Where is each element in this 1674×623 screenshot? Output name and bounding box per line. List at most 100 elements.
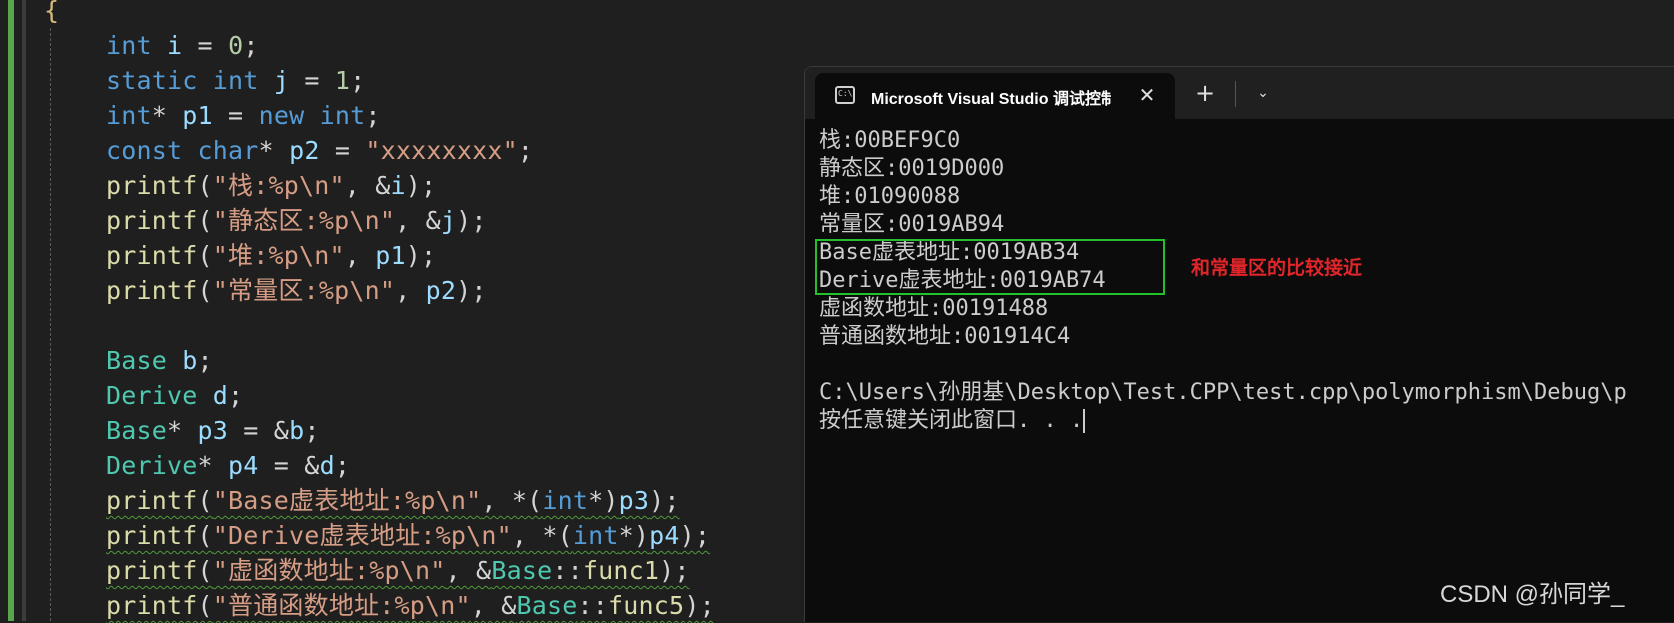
code-token: int: [572, 521, 619, 550]
close-icon[interactable]: ✕: [1135, 83, 1159, 107]
code-line[interactable]: static int j = 1;: [106, 63, 715, 98]
code-line[interactable]: const char* p2 = "xxxxxxxx";: [106, 133, 715, 168]
code-token: printf: [106, 206, 198, 235]
indent-guide: [50, 28, 51, 621]
code-token: printf: [106, 171, 198, 200]
code-token: );: [649, 486, 680, 515]
code-line[interactable]: Base* p3 = &b;: [106, 413, 715, 448]
code-token: );: [456, 276, 487, 305]
console-titlebar: C:\ Microsoft Visual Studio 调试控制台 ✕ + ⌄: [805, 67, 1674, 119]
code-token: =: [182, 31, 229, 60]
code-token: ;: [350, 66, 366, 95]
code-token: printf: [106, 241, 198, 270]
code-token: "虚函数地址:%p\n": [212, 556, 446, 585]
console-output-line: 普通函数地址:001914C4: [819, 324, 1071, 349]
code-token: int: [106, 31, 152, 60]
console-output-line: C:\Users\孙朋基\Desktop\Test.CPP\test.cpp\p…: [819, 380, 1627, 405]
code-token: p4: [649, 521, 680, 550]
code-token: i: [390, 171, 406, 200]
code-line[interactable]: int* p1 = new int;: [106, 98, 715, 133]
code-token: ;: [517, 136, 534, 165]
code-token: (: [197, 486, 213, 515]
code-token: Derive: [106, 381, 198, 410]
code-token: d: [212, 381, 229, 410]
code-token: 0: [228, 31, 244, 60]
annotation-note: 和常量区的比较接近: [1191, 258, 1363, 279]
code-line[interactable]: Base b;: [106, 343, 715, 378]
console-output-line: 按任意键关闭此窗口. . .: [819, 408, 1086, 433]
console-tab[interactable]: C:\ Microsoft Visual Studio 调试控制台 ✕: [815, 73, 1175, 119]
code-line[interactable]: printf("普通函数地址:%p\n", &Base::func5);: [106, 588, 715, 623]
terminal-icon: C:\: [835, 86, 855, 104]
new-tab-button[interactable]: +: [1193, 81, 1217, 105]
code-token: );: [659, 556, 690, 585]
chevron-down-icon[interactable]: ⌄: [1251, 81, 1275, 105]
code-token: =: [319, 136, 366, 165]
code-token: = &: [228, 416, 290, 445]
code-line[interactable]: printf("Base虚表地址:%p\n", *(int*)p3);: [106, 483, 715, 518]
code-token: p2: [425, 276, 457, 305]
code-token: "常量区:%p\n": [212, 276, 396, 305]
code-token: printf: [106, 591, 198, 620]
code-token: "xxxxxxxx": [365, 136, 518, 165]
code-token: int: [106, 101, 152, 130]
code-token: p4: [228, 451, 259, 480]
code-line[interactable]: printf("常量区:%p\n", p2);: [106, 273, 715, 308]
code-token: p3: [618, 486, 650, 515]
code-token: Base: [516, 591, 578, 620]
code-token: =: [289, 66, 335, 95]
code-token: ,: [344, 241, 376, 270]
code-token: "静态区:%p\n": [212, 206, 396, 235]
code-line[interactable]: printf("Derive虚表地址:%p\n", *(int*)p4);: [106, 518, 715, 553]
console-window[interactable]: C:\ Microsoft Visual Studio 调试控制台 ✕ + ⌄ …: [804, 66, 1674, 622]
code-token: , *(: [481, 486, 543, 515]
code-line[interactable]: printf("栈:%p\n", &i);: [106, 168, 715, 203]
code-token: ;: [243, 31, 259, 60]
outline-bar: [22, 0, 26, 621]
code-token: static: [106, 66, 198, 95]
code-lines[interactable]: int i = 0; static int j = 1; int* p1 = new…: [106, 28, 715, 623]
code-token: =: [212, 101, 259, 130]
code-token: , &: [395, 206, 441, 235]
code-line[interactable]: Derive* p4 = &d;: [106, 448, 715, 483]
code-line[interactable]: int i = 0;: [106, 28, 715, 63]
change-marker-bar: [8, 0, 14, 621]
code-token: ::: [577, 591, 609, 620]
code-line[interactable]: [106, 308, 715, 343]
code-token: );: [679, 521, 711, 550]
code-token: ;: [334, 451, 351, 480]
tab-title: Microsoft Visual Studio 调试控制台: [871, 91, 1111, 107]
code-token: printf: [106, 521, 198, 550]
code-token: func1: [582, 556, 660, 585]
code-token: Base: [106, 346, 168, 375]
code-token: Base: [491, 556, 553, 585]
code-token: i: [167, 31, 183, 60]
code-token: ,: [395, 276, 426, 305]
code-line[interactable]: printf("静态区:%p\n", &j);: [106, 203, 715, 238]
code-token: p1: [375, 241, 406, 270]
code-token: *: [167, 416, 198, 445]
code-line[interactable]: printf("堆:%p\n", p1);: [106, 238, 715, 273]
code-token: int: [212, 66, 259, 95]
code-token: *): [588, 486, 619, 515]
code-token: Derive: [106, 451, 198, 480]
code-line[interactable]: printf("虚函数地址:%p\n", &Base::func1);: [106, 553, 715, 588]
console-output-line: 静态区:0019D000: [819, 156, 1005, 181]
open-brace: {: [44, 0, 60, 25]
console-output-line: 虚函数地址:00191488: [819, 296, 1049, 321]
vtable-highlight-box: [815, 239, 1165, 295]
code-token: (: [197, 521, 213, 550]
code-token: (: [197, 591, 213, 620]
code-token: Base: [106, 416, 168, 445]
console-output-line: 栈:00BEF9C0: [819, 128, 961, 153]
code-token: "栈:%p\n": [212, 171, 345, 200]
code-token: p2: [289, 136, 320, 165]
code-token: (: [197, 206, 213, 235]
code-line[interactable]: Derive d;: [106, 378, 715, 413]
code-token: printf: [106, 276, 198, 305]
